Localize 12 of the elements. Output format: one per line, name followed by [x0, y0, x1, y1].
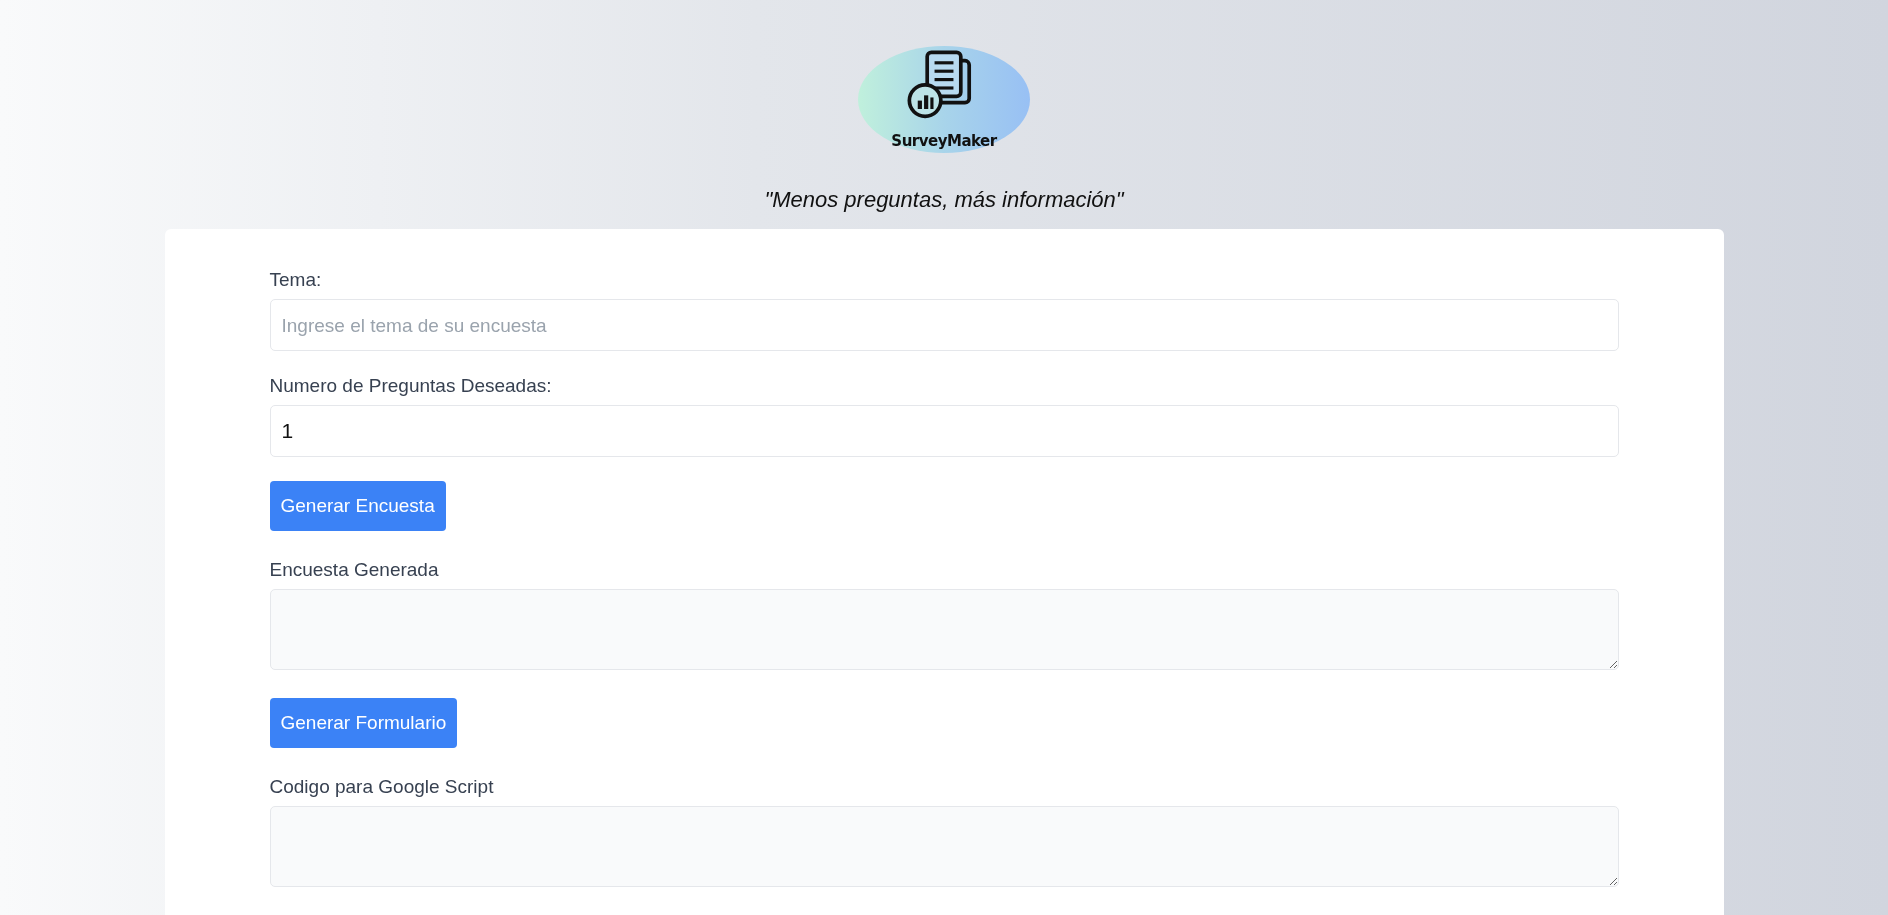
text-area[interactable] — [269, 589, 1619, 670]
field-label: Tema: — [269, 269, 322, 291]
text-area[interactable] — [269, 806, 1619, 887]
field-label: Numero de Preguntas Deseadas: — [269, 375, 552, 397]
generate-button[interactable]: Generar Encuesta — [269, 481, 446, 531]
tagline: "Menos preguntas, más información" — [764, 187, 1124, 213]
field-label: Encuesta Generada — [269, 559, 439, 581]
generate-button[interactable]: Generar Formulario — [269, 698, 458, 748]
logo-text: SurveyMaker — [891, 131, 997, 150]
input-field[interactable]: Ingrese el tema de su encuesta — [269, 299, 1619, 351]
input-field[interactable]: 1 — [269, 405, 1619, 457]
field-label: Codigo para Google Script — [269, 776, 494, 798]
